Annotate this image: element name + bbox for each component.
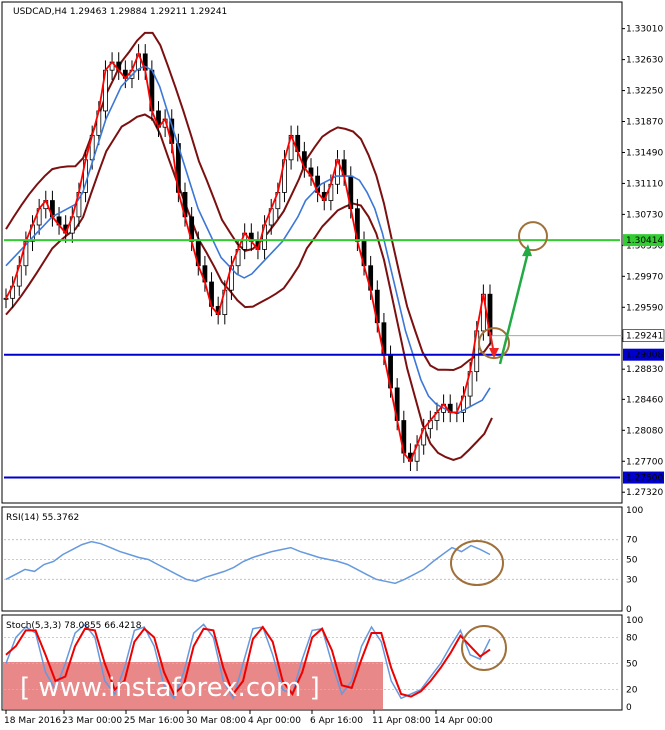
level-label: 1.29008 (626, 351, 663, 361)
rsi-tick-label: 70 (626, 536, 638, 546)
x-axis: 18 Mar 2016 23 Mar 00:00 25 Mar 16:00 30 Ma… (4, 710, 493, 726)
stoch-tick-label: 50 (626, 660, 638, 670)
y-tick-label: 1.31870 (626, 118, 663, 128)
x-tick-label: 4 Apr 00:00 (248, 716, 301, 726)
x-tick-label: 23 Mar 00:00 (62, 716, 122, 726)
y-tick-label: 1.28080 (626, 426, 663, 436)
rsi-tick-label: 50 (626, 556, 638, 566)
main-axis: 1.33010 1.32630 1.32250 1.31870 1.31490 1.311… (622, 25, 663, 498)
y-tick-label: 1.31490 (626, 148, 663, 158)
usdcad-chart: 1.33010 1.32630 1.32250 1.31870 1.31490 1.311… (1, 1, 665, 726)
stoch-header: Stoch(5,3,3) 78.0855 66.4218 (6, 621, 142, 631)
main-header: USDCAD,H4 1.29463 1.29884 1.29211 1.2924… (13, 7, 227, 17)
y-tick-label: 1.31110 (626, 179, 663, 189)
current-price-label: 1.29241 (626, 332, 663, 342)
y-tick-label: 1.30730 (626, 210, 663, 220)
x-tick-label: 30 Mar 08:00 (186, 716, 246, 726)
y-tick-label: 1.29590 (626, 303, 663, 313)
level-label: 1.27500 (626, 474, 663, 484)
x-tick-label: 11 Apr 08:00 (372, 716, 431, 726)
watermark-text: [ www.instaforex.com ] (20, 673, 320, 703)
candle-body (3, 297, 9, 300)
rsi-tick-label: 30 (626, 575, 638, 585)
y-tick-label: 1.32630 (626, 56, 663, 66)
rsi-panel (1, 506, 623, 612)
rsi-tick-label: 0 (626, 605, 632, 615)
rsi-tick-label: 100 (626, 506, 643, 516)
y-tick-label: 1.27700 (626, 457, 663, 467)
rsi-header: RSI(14) 55.3762 (6, 513, 79, 523)
y-tick-label: 1.28830 (626, 365, 663, 375)
stoch-tick-label: 80 (626, 633, 638, 643)
y-tick-label: 1.32250 (626, 87, 663, 97)
x-tick-label: 18 Mar 2016 (4, 716, 61, 726)
x-tick-label: 6 Apr 16:00 (310, 716, 363, 726)
y-tick-label: 1.27320 (626, 488, 663, 498)
x-tick-label: 14 Apr 00:00 (434, 716, 493, 726)
y-tick-label: 1.28460 (626, 395, 663, 405)
level-label: 1.30414 (626, 236, 663, 246)
y-tick-label: 1.29970 (626, 272, 663, 282)
x-tick-label: 25 Mar 16:00 (124, 716, 184, 726)
y-tick-label: 1.33010 (626, 25, 663, 35)
stoch-tick-label: 100 (626, 616, 643, 626)
stoch-tick-label: 20 (626, 686, 638, 696)
stoch-tick-label: 0 (626, 703, 632, 713)
